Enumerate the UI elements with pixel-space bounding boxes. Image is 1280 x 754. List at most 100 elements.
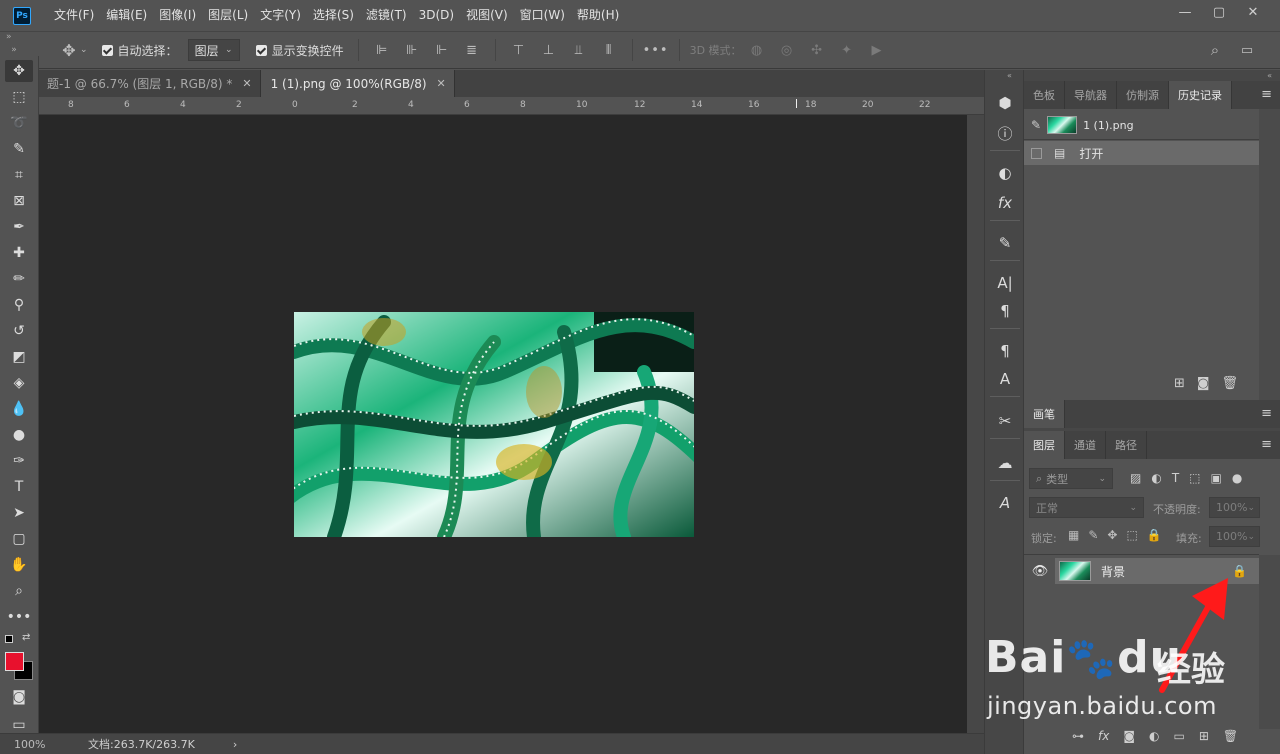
- blend-mode-dropdown[interactable]: 正常 ⌄: [1029, 497, 1144, 518]
- character-icon[interactable]: A|: [994, 272, 1016, 294]
- smart-object-filter-icon[interactable]: ▣: [1211, 471, 1222, 485]
- lock-all-icon[interactable]: 🔒: [1147, 528, 1162, 542]
- menu-3d[interactable]: 3D(D): [413, 0, 460, 31]
- adjustment-filter-icon[interactable]: ◐: [1151, 471, 1161, 485]
- brush-tool-icon[interactable]: ✏: [5, 268, 33, 290]
- zoom-level[interactable]: 100%: [14, 738, 74, 751]
- type-tool-icon[interactable]: T: [5, 476, 33, 498]
- brush-settings-icon[interactable]: ✎: [994, 232, 1016, 254]
- frame-tool-icon[interactable]: ⊠: [5, 190, 33, 212]
- expand-icon[interactable]: »: [6, 32, 12, 42]
- close-icon[interactable]: ✕: [437, 77, 446, 90]
- menu-edit[interactable]: 编辑(E): [100, 0, 153, 31]
- tab-brush[interactable]: 画笔: [1024, 400, 1065, 428]
- paint-bucket-tool-icon[interactable]: ◈: [5, 372, 33, 394]
- lock-artboard-icon[interactable]: ⬚: [1126, 528, 1137, 542]
- chevron-down-icon[interactable]: ⌄: [80, 45, 88, 55]
- tab-channels[interactable]: 通道: [1065, 431, 1106, 459]
- move-tool-icon[interactable]: ✥: [5, 60, 33, 82]
- menu-filter[interactable]: 滤镜(T): [360, 0, 413, 31]
- 3d-panel-icon[interactable]: ⬢: [994, 92, 1016, 114]
- 3d-camera-icon[interactable]: ▶: [862, 43, 892, 58]
- type-filter-icon[interactable]: T: [1172, 471, 1179, 485]
- filter-toggle-icon[interactable]: ●: [1232, 471, 1242, 485]
- zoom-tool-icon[interactable]: ⌕: [5, 580, 33, 602]
- paragraph-styles-icon[interactable]: ¶: [994, 340, 1016, 362]
- close-button[interactable]: ✕: [1236, 0, 1270, 24]
- align-bottom-icon[interactable]: ⫫: [564, 43, 594, 58]
- new-document-icon[interactable]: ⊞: [1174, 376, 1185, 391]
- menu-view[interactable]: 视图(V): [460, 0, 514, 31]
- panel-menu-icon[interactable]: ≡: [1261, 87, 1272, 102]
- 3d-orbit-icon[interactable]: ◍: [742, 43, 772, 58]
- distribute-icon[interactable]: ≣: [457, 43, 487, 58]
- align-vcenter-icon[interactable]: ⊥: [534, 43, 564, 58]
- trash-icon[interactable]: 🗑: [1222, 376, 1239, 391]
- pen-tool-icon[interactable]: ✑: [5, 450, 33, 472]
- adjustment-layer-icon[interactable]: ◐: [1149, 729, 1159, 743]
- layer-mask-icon[interactable]: ◙: [1123, 729, 1135, 743]
- eye-visibility-icon[interactable]: 👁: [1028, 564, 1052, 579]
- tab-untitled[interactable]: 题-1 @ 66.7% (图层 1, RGB/8) * ✕: [39, 70, 261, 97]
- quick-select-tool-icon[interactable]: ✎: [5, 138, 33, 160]
- camera-icon[interactable]: ◙: [1197, 376, 1210, 391]
- group-folder-icon[interactable]: ▭: [1173, 729, 1184, 743]
- menu-file[interactable]: 文件(F): [48, 0, 100, 31]
- tab-swatches[interactable]: 色板: [1024, 81, 1065, 109]
- tools-preset-icon[interactable]: ✂: [994, 410, 1016, 432]
- menu-type[interactable]: 文字(Y): [254, 0, 307, 31]
- history-scrollbar[interactable]: [1259, 109, 1280, 400]
- search-icon[interactable]: ⌕: [1200, 41, 1230, 59]
- history-snapshot[interactable]: ✎ 1 (1).png: [1024, 113, 1259, 137]
- 3d-slide-icon[interactable]: ✦: [832, 43, 862, 58]
- character-styles-icon[interactable]: A: [994, 368, 1016, 390]
- blur-tool-icon[interactable]: 💧: [5, 398, 33, 420]
- eyedropper-tool-icon[interactable]: ✒: [5, 216, 33, 238]
- distribute-vertical-icon[interactable]: ⫴: [594, 43, 624, 58]
- history-state-open[interactable]: ▤ 打开: [1024, 141, 1259, 165]
- menu-select[interactable]: 选择(S): [307, 0, 360, 31]
- fill-field[interactable]: 100% ⌄: [1209, 526, 1260, 547]
- panel-menu-icon[interactable]: ≡: [1261, 437, 1272, 452]
- close-icon[interactable]: ✕: [242, 77, 251, 90]
- marquee-tool-icon[interactable]: ⬚: [5, 86, 33, 108]
- healing-tool-icon[interactable]: ✚: [5, 242, 33, 264]
- quick-mask-icon[interactable]: ◙: [5, 686, 33, 708]
- move-tool-icon[interactable]: ✥: [58, 41, 80, 60]
- layers-scrollbar[interactable]: [1259, 555, 1280, 729]
- more-options-button[interactable]: •••: [641, 43, 671, 58]
- menu-window[interactable]: 窗口(W): [514, 0, 571, 31]
- document-canvas[interactable]: [39, 115, 967, 733]
- shape-filter-icon[interactable]: ⬚: [1189, 471, 1200, 485]
- trash-icon[interactable]: 🗑: [1223, 729, 1238, 743]
- align-top-icon[interactable]: ⊤: [504, 43, 534, 58]
- link-layers-icon[interactable]: ⊶: [1072, 729, 1084, 743]
- more-tools-icon[interactable]: •••: [5, 606, 33, 628]
- adjustments-icon[interactable]: ◐: [994, 162, 1016, 184]
- panel-menu-icon[interactable]: ≡: [1261, 406, 1272, 421]
- swap-colors-icon[interactable]: ⇄: [22, 632, 30, 643]
- tab-paths[interactable]: 路径: [1106, 431, 1147, 459]
- tab-history[interactable]: 历史记录: [1169, 81, 1232, 109]
- styles-icon[interactable]: fx: [994, 192, 1016, 214]
- glyphs-icon[interactable]: A: [994, 492, 1016, 514]
- menu-help[interactable]: 帮助(H): [571, 0, 625, 31]
- align-right-icon[interactable]: ⊩: [427, 43, 457, 58]
- paragraph-icon[interactable]: ¶: [994, 300, 1016, 322]
- 3d-roll-icon[interactable]: ◎: [772, 43, 802, 58]
- tab-clone-source[interactable]: 仿制源: [1117, 81, 1169, 109]
- default-colors-icon[interactable]: [5, 635, 13, 643]
- history-brush-tool-icon[interactable]: ↺: [5, 320, 33, 342]
- new-layer-icon[interactable]: ⊞: [1199, 729, 1209, 743]
- layer-style-icon[interactable]: fx: [1098, 729, 1109, 743]
- lasso-tool-icon[interactable]: ➰: [5, 112, 33, 134]
- tab-navigator[interactable]: 导航器: [1065, 81, 1117, 109]
- opacity-field[interactable]: 100% ⌄: [1209, 497, 1260, 518]
- align-hcenter-icon[interactable]: ⊪: [397, 43, 427, 58]
- hand-tool-icon[interactable]: ✋: [5, 554, 33, 576]
- align-left-icon[interactable]: ⊫: [367, 43, 397, 58]
- auto-select-toggle[interactable]: 自动选择：: [101, 42, 178, 59]
- lock-image-icon[interactable]: ✎: [1088, 528, 1098, 542]
- minimize-button[interactable]: —: [1168, 0, 1202, 24]
- document-image[interactable]: [294, 312, 694, 537]
